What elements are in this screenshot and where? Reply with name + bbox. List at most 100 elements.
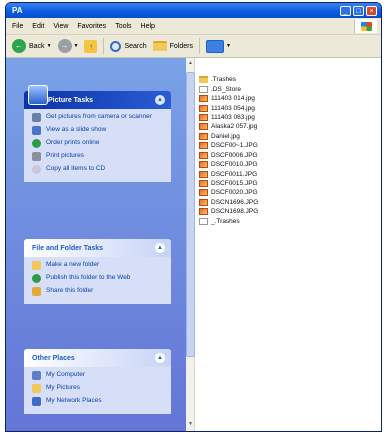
maximize-button[interactable]: □ — [353, 5, 364, 16]
cd-icon — [32, 165, 41, 174]
place-my-pictures[interactable]: My Pictures — [32, 384, 165, 393]
other-places-panel: Other Places ▲ My Computer My Pictures M… — [24, 349, 171, 414]
explorer-window: PA _ □ × File Edit View Favorites Tools … — [5, 2, 382, 432]
place-network[interactable]: My Network Places — [32, 397, 165, 406]
image-file-icon — [199, 123, 208, 131]
image-file-icon — [199, 198, 208, 206]
menu-tools[interactable]: Tools — [115, 23, 131, 30]
collapse-icon[interactable]: ▲ — [155, 243, 165, 253]
title-bar[interactable]: PA _ □ × — [6, 3, 381, 18]
folders-button[interactable]: Folders — [152, 41, 193, 51]
chevron-down-icon: ▼ — [73, 43, 79, 49]
task-slide-show[interactable]: View as a slide show — [32, 126, 165, 135]
file-icon — [199, 217, 208, 225]
file-icon — [199, 85, 208, 93]
file-item[interactable]: .Trashes — [199, 75, 258, 84]
file-name: Alaska2 057.jpg — [211, 123, 258, 131]
file-item[interactable]: 111403 014.jpg — [199, 94, 258, 103]
image-file-icon — [199, 151, 208, 159]
image-file-icon — [199, 95, 208, 103]
file-name: Daniel.jpg — [211, 132, 240, 140]
file-folder-tasks-header[interactable]: File and Folder Tasks ▲ — [24, 239, 171, 257]
task-copy-cd[interactable]: Copy all items to CD — [32, 165, 165, 174]
toolbar-separator — [103, 38, 105, 54]
image-file-icon — [199, 104, 208, 112]
image-file-icon — [199, 161, 208, 169]
scroll-down-icon[interactable]: ▼ — [186, 421, 195, 431]
place-my-computer[interactable]: My Computer — [32, 371, 165, 380]
toolbar-separator — [199, 38, 200, 54]
back-arrow-icon: ← — [12, 39, 26, 53]
image-file-icon — [199, 170, 208, 178]
collapse-icon[interactable]: ▲ — [155, 95, 165, 105]
file-name: DSCF0015.JPG — [211, 180, 258, 188]
file-item[interactable]: DSCF00~1.JPG — [199, 141, 258, 150]
file-item[interactable]: 111403 054.jpg — [199, 103, 258, 112]
picture-tasks-panel: Picture Tasks ▲ Get pictures from camera… — [24, 85, 171, 182]
vertical-scrollbar[interactable]: ▲ ▼ — [186, 58, 195, 431]
views-button[interactable]: ▼ — [206, 39, 231, 53]
file-item[interactable]: DSCF0011.JPG — [199, 169, 258, 178]
place-label: My Network Places — [46, 397, 102, 404]
share-folder-icon — [32, 287, 41, 296]
computer-icon — [32, 371, 41, 380]
file-item[interactable]: Daniel.jpg — [199, 132, 258, 141]
close-button[interactable]: × — [366, 5, 377, 16]
picture-tasks-title: Picture Tasks — [48, 96, 94, 104]
place-label: My Computer — [46, 371, 86, 378]
file-name: DSCN1696.JPG — [211, 198, 259, 206]
folders-icon — [152, 41, 167, 51]
file-folder-tasks-title: File and Folder Tasks — [32, 244, 104, 252]
task-label: Publish this folder to the Web — [46, 274, 131, 281]
file-item[interactable]: DSCF0020.JPG — [199, 188, 258, 197]
menu-help[interactable]: Help — [141, 23, 155, 30]
task-new-folder[interactable]: Make a new folder — [32, 261, 165, 270]
collapse-icon[interactable]: ▲ — [155, 353, 165, 363]
image-file-icon — [199, 142, 208, 150]
file-item[interactable]: 111403 063.jpg — [199, 113, 258, 122]
file-name: DSCF0020.JPG — [211, 189, 258, 197]
other-places-header[interactable]: Other Places ▲ — [24, 349, 171, 367]
globe-icon — [32, 139, 41, 148]
task-share-folder[interactable]: Share this folder — [32, 287, 165, 296]
file-item[interactable]: DSCF0015.JPG — [199, 179, 258, 188]
back-button[interactable]: ← Back ▼ — [12, 39, 52, 53]
file-item[interactable]: DSCF0010.JPG — [199, 160, 258, 169]
folders-label: Folders — [169, 42, 193, 50]
task-get-pictures[interactable]: Get pictures from camera or scanner — [32, 113, 165, 122]
window-title: PA — [12, 6, 23, 15]
forward-arrow-icon: → — [57, 39, 72, 53]
scroll-up-icon[interactable]: ▲ — [186, 60, 195, 70]
file-name: 111403 054.jpg — [211, 104, 255, 112]
task-order-prints[interactable]: Order prints online — [32, 139, 165, 148]
menu-file[interactable]: File — [12, 23, 23, 30]
file-folder-tasks-panel: File and Folder Tasks ▲ Make a new folde… — [24, 239, 171, 304]
menu-edit[interactable]: Edit — [32, 23, 44, 30]
file-item[interactable]: DSCN1696.JPG — [199, 198, 258, 207]
file-item[interactable]: _.Trashes — [199, 217, 258, 226]
minimize-button[interactable]: _ — [340, 5, 351, 16]
search-button[interactable]: Search — [110, 40, 147, 52]
menu-bar: File Edit View Favorites Tools Help — [6, 18, 381, 35]
file-item[interactable]: DSCN1698.JPG — [199, 207, 258, 216]
menu-view[interactable]: View — [53, 23, 68, 30]
file-item[interactable]: DSCF0006.JPG — [199, 151, 258, 160]
file-list: .Trashes .DS_Store 111403 014.jpg 111403 05… — [199, 75, 258, 226]
forward-button[interactable]: → ▼ — [57, 39, 79, 53]
file-item[interactable]: Alaska2 057.jpg — [199, 122, 258, 131]
up-button[interactable]: ↑ — [84, 39, 98, 53]
chevron-down-icon: ▼ — [46, 43, 52, 49]
views-icon — [206, 39, 224, 53]
menu-favorites[interactable]: Favorites — [77, 23, 106, 30]
task-publish-web[interactable]: Publish this folder to the Web — [32, 274, 165, 283]
task-label: Share this folder — [46, 287, 94, 294]
toolbar: ← Back ▼ → ▼ ↑ Search Folders ▼ — [6, 35, 381, 58]
printer-icon — [32, 152, 41, 161]
camera-icon — [32, 113, 41, 122]
file-item[interactable]: .DS_Store — [199, 84, 258, 93]
image-file-icon — [199, 180, 208, 188]
task-print-pictures[interactable]: Print pictures — [32, 152, 165, 161]
scroll-thumb[interactable] — [186, 72, 195, 357]
file-name: DSCF0010.JPG — [211, 161, 258, 169]
picture-tasks-header[interactable]: Picture Tasks ▲ — [24, 85, 171, 109]
